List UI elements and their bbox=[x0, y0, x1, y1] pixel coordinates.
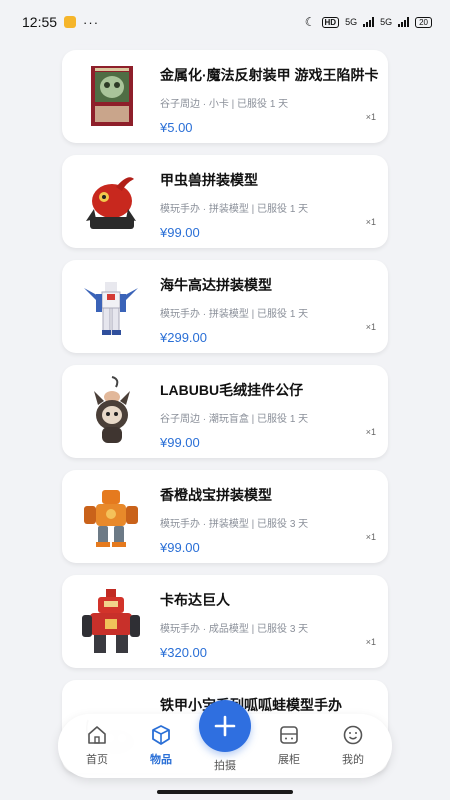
status-time: 12:55 bbox=[22, 14, 58, 30]
item-info: 香橙战宝拼装模型 模玩手办 · 拼装模型 | 已服役 3 天 ¥99.00 bbox=[160, 480, 376, 563]
item-title: 海牛高达拼装模型 bbox=[160, 277, 272, 293]
item-meta: 谷子周边 · 小卡 | 已服役 1 天 bbox=[160, 99, 289, 110]
item-meta: 模玩手办 · 拼装模型 | 已服役 3 天 bbox=[160, 519, 309, 530]
list-item[interactable]: 海牛高达拼装模型 模玩手办 · 拼装模型 | 已服役 1 天 ¥299.00 ×… bbox=[62, 260, 388, 353]
item-meta: 模玩手办 · 拼装模型 | 已服役 1 天 bbox=[160, 309, 309, 320]
item-title: 甲虫兽拼装模型 bbox=[160, 172, 258, 188]
item-title: 金属化·魔法反射装甲 游戏王陷阱卡 bbox=[160, 67, 379, 83]
beetle-model-icon bbox=[76, 165, 146, 237]
capture-button[interactable] bbox=[199, 700, 251, 752]
list-item[interactable]: 甲虫兽拼装模型 模玩手办 · 拼装模型 | 已服役 1 天 ¥99.00 ×1 bbox=[62, 155, 388, 248]
notification-app-icon bbox=[64, 16, 77, 28]
list-item[interactable]: 卡布达巨人 模玩手办 · 成品模型 | 已服役 3 天 ¥320.00 ×1 bbox=[62, 575, 388, 668]
item-quantity: ×1 bbox=[365, 217, 376, 227]
item-info: 卡布达巨人 模玩手办 · 成品模型 | 已服役 3 天 ¥320.00 bbox=[160, 585, 376, 668]
item-info: 甲虫兽拼装模型 模玩手办 · 拼装模型 | 已服役 1 天 ¥99.00 bbox=[160, 165, 376, 248]
item-price: ¥99.00 bbox=[160, 540, 200, 555]
network-type-2: 5G bbox=[380, 17, 393, 27]
item-price: ¥99.00 bbox=[160, 435, 200, 450]
item-price: ¥99.00 bbox=[160, 225, 200, 240]
nav-label-home: 首页 bbox=[86, 754, 108, 766]
home-icon bbox=[88, 726, 106, 744]
item-meta: 模玩手办 · 拼装模型 | 已服役 1 天 bbox=[160, 204, 309, 215]
home-indicator[interactable] bbox=[157, 790, 293, 794]
plush-doll-icon bbox=[76, 375, 146, 447]
list-item[interactable]: LABUBU毛绒挂件公仔 谷子周边 · 潮玩盲盒 | 已服役 1 天 ¥99.0… bbox=[62, 365, 388, 458]
item-quantity: ×1 bbox=[365, 322, 376, 332]
red-robot-icon bbox=[76, 585, 146, 657]
plus-icon bbox=[214, 715, 236, 737]
item-list: 金属化·魔法反射装甲 游戏王陷阱卡 谷子周边 · 小卡 | 已服役 1 天 ¥5… bbox=[62, 50, 388, 785]
gundam-model-icon bbox=[76, 270, 146, 342]
smiley-icon bbox=[343, 725, 363, 745]
nav-label-items: 物品 bbox=[150, 754, 172, 766]
item-quantity: ×1 bbox=[365, 112, 376, 122]
orange-robot-icon bbox=[76, 480, 146, 552]
item-info: 海牛高达拼装模型 模玩手办 · 拼装模型 | 已服役 1 天 ¥299.00 bbox=[160, 270, 376, 353]
item-title: 香橙战宝拼装模型 bbox=[160, 487, 272, 503]
trap-card-icon bbox=[76, 60, 146, 132]
nav-tab-cabinet[interactable]: 展柜 bbox=[264, 724, 314, 767]
nav-label-mine: 我的 bbox=[342, 754, 364, 766]
item-meta: 模玩手办 · 成品模型 | 已服役 3 天 bbox=[160, 624, 309, 635]
signal-icon bbox=[363, 17, 375, 27]
item-price: ¥320.00 bbox=[160, 645, 207, 660]
signal-icon-2 bbox=[398, 17, 410, 27]
item-info: LABUBU毛绒挂件公仔 谷子周边 · 潮玩盲盒 | 已服役 1 天 ¥99.0… bbox=[160, 375, 376, 458]
item-meta: 谷子周边 · 潮玩盲盒 | 已服役 1 天 bbox=[160, 414, 309, 425]
capture-label: 拍摄 bbox=[214, 760, 236, 772]
status-left: 12:55 ··· bbox=[22, 14, 99, 30]
cabinet-icon bbox=[280, 726, 298, 744]
status-right: ☾ HD 5G 5G 20 bbox=[305, 15, 432, 29]
nav-tab-items[interactable]: 物品 bbox=[136, 724, 186, 767]
list-item[interactable]: 金属化·魔法反射装甲 游戏王陷阱卡 谷子周边 · 小卡 | 已服役 1 天 ¥5… bbox=[62, 50, 388, 143]
box-icon bbox=[152, 725, 170, 745]
item-price: ¥299.00 bbox=[160, 330, 207, 345]
nav-tab-home[interactable]: 首页 bbox=[72, 724, 122, 767]
item-title: 卡布达巨人 bbox=[160, 592, 230, 608]
item-quantity: ×1 bbox=[365, 532, 376, 542]
battery-icon: 20 bbox=[415, 16, 432, 28]
list-item[interactable]: 香橙战宝拼装模型 模玩手办 · 拼装模型 | 已服役 3 天 ¥99.00 ×1 bbox=[62, 470, 388, 563]
status-bar: 12:55 ··· ☾ HD 5G 5G 20 bbox=[0, 0, 450, 44]
item-quantity: ×1 bbox=[365, 637, 376, 647]
more-notifications-icon: ··· bbox=[83, 14, 100, 30]
hd-badge: HD bbox=[321, 16, 340, 28]
network-type-1: 5G bbox=[345, 17, 358, 27]
do-not-disturb-icon: ☾ bbox=[304, 15, 316, 29]
item-title: LABUBU毛绒挂件公仔 bbox=[160, 382, 304, 398]
item-title: 铁甲小宝系列呱呱蛙模型手办 bbox=[160, 697, 342, 713]
item-scroll-area[interactable]: 金属化·魔法反射装甲 游戏王陷阱卡 谷子周边 · 小卡 | 已服役 1 天 ¥5… bbox=[0, 0, 450, 800]
item-quantity: ×1 bbox=[365, 427, 376, 437]
nav-label-cabinet: 展柜 bbox=[278, 754, 300, 766]
item-info: 金属化·魔法反射装甲 游戏王陷阱卡 谷子周边 · 小卡 | 已服役 1 天 ¥5… bbox=[160, 60, 379, 143]
item-price: ¥5.00 bbox=[160, 120, 193, 135]
nav-tab-mine[interactable]: 我的 bbox=[328, 724, 378, 767]
